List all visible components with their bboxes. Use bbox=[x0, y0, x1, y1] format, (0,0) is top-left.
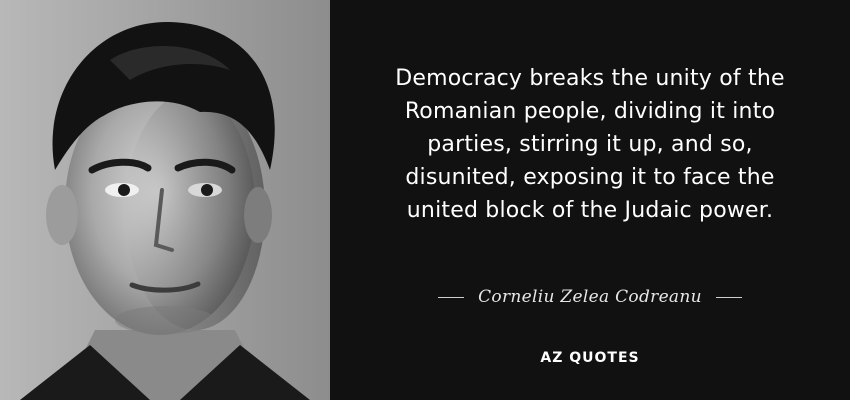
quote-text: Democracy breaks the unity of the Romani… bbox=[330, 62, 850, 227]
author-row: Corneliu Zelea Codreanu bbox=[330, 282, 850, 312]
quote-line: Democracy breaks the unity of the bbox=[395, 66, 785, 91]
quote-card: Democracy breaks the unity of the Romani… bbox=[0, 0, 850, 400]
portrait-photo bbox=[0, 0, 330, 400]
quote-panel: Democracy breaks the unity of the Romani… bbox=[330, 0, 850, 400]
az-quotes-logo: AZ QUOTES bbox=[540, 350, 640, 366]
quote-line: parties, stirring it up, and so, bbox=[427, 132, 753, 157]
quote-line: united block of the Judaic power. bbox=[406, 198, 774, 223]
quote-line: Romanian people, dividing it into bbox=[404, 99, 776, 124]
author-name: Corneliu Zelea Codreanu bbox=[478, 287, 702, 307]
quote-line: disunited, exposing it to face the bbox=[405, 165, 775, 190]
left-divider bbox=[438, 296, 465, 298]
right-divider bbox=[715, 296, 742, 298]
